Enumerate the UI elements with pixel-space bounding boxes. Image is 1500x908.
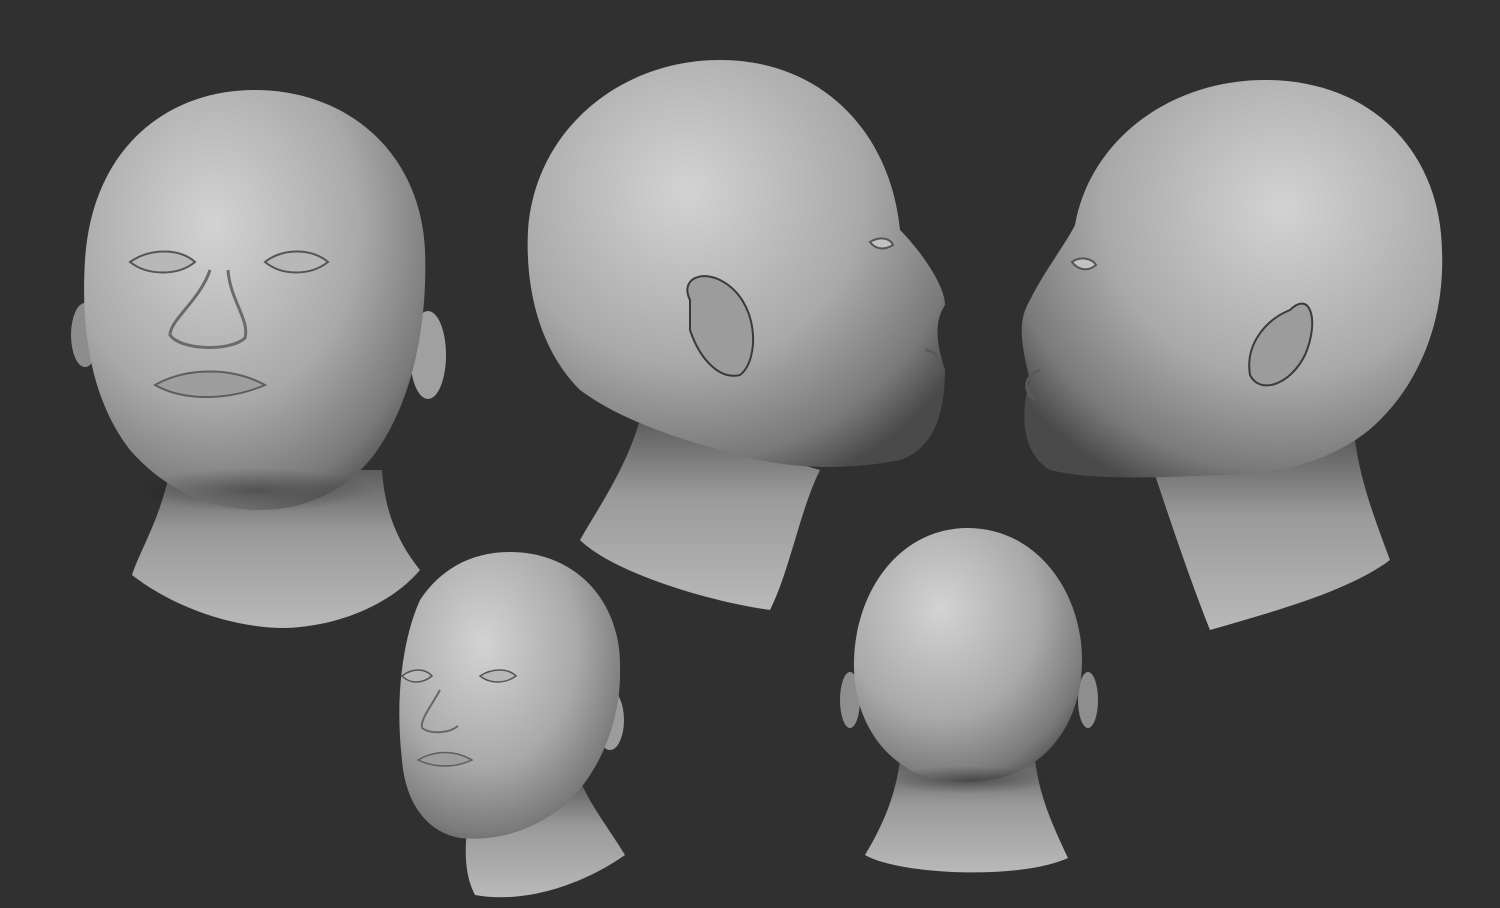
head (1021, 80, 1443, 478)
chin-shadow (135, 468, 375, 512)
head-render-back (840, 528, 1098, 873)
neck-shadow (888, 766, 1048, 794)
head (84, 90, 426, 510)
head-render-three-quarter (399, 552, 625, 898)
head-render-front (71, 90, 446, 628)
head (853, 528, 1082, 783)
head-render-right-profile (527, 60, 945, 610)
head-render-left-profile (1021, 80, 1443, 630)
sculpt-viewport (71, 60, 1443, 898)
head (527, 60, 945, 467)
right-ear (1078, 672, 1098, 728)
